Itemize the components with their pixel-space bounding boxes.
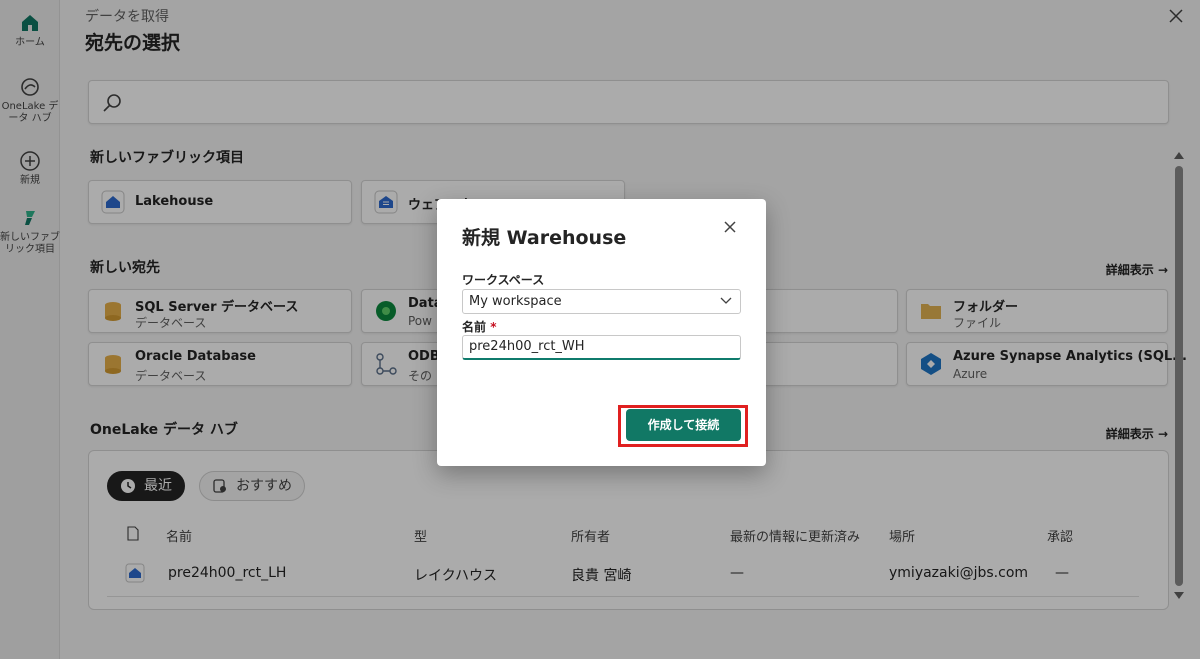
- dialog-title: 新規 Warehouse: [462, 227, 627, 249]
- name-input[interactable]: pre24h00_rct_WH: [462, 335, 741, 360]
- create-and-connect-button[interactable]: 作成して接続: [626, 409, 741, 441]
- name-label-text: 名前: [462, 320, 487, 334]
- chevron-down-icon: [720, 297, 732, 304]
- close-icon[interactable]: [722, 219, 738, 235]
- workspace-select[interactable]: My workspace: [462, 289, 741, 314]
- workspace-value: My workspace: [469, 294, 562, 309]
- new-warehouse-dialog: 新規 Warehouse ワークスペース My workspace 名前 * p…: [437, 199, 766, 466]
- name-value: pre24h00_rct_WH: [469, 339, 585, 354]
- name-label: 名前 *: [462, 318, 496, 335]
- workspace-label: ワークスペース: [462, 273, 545, 287]
- required-mark: *: [490, 320, 497, 334]
